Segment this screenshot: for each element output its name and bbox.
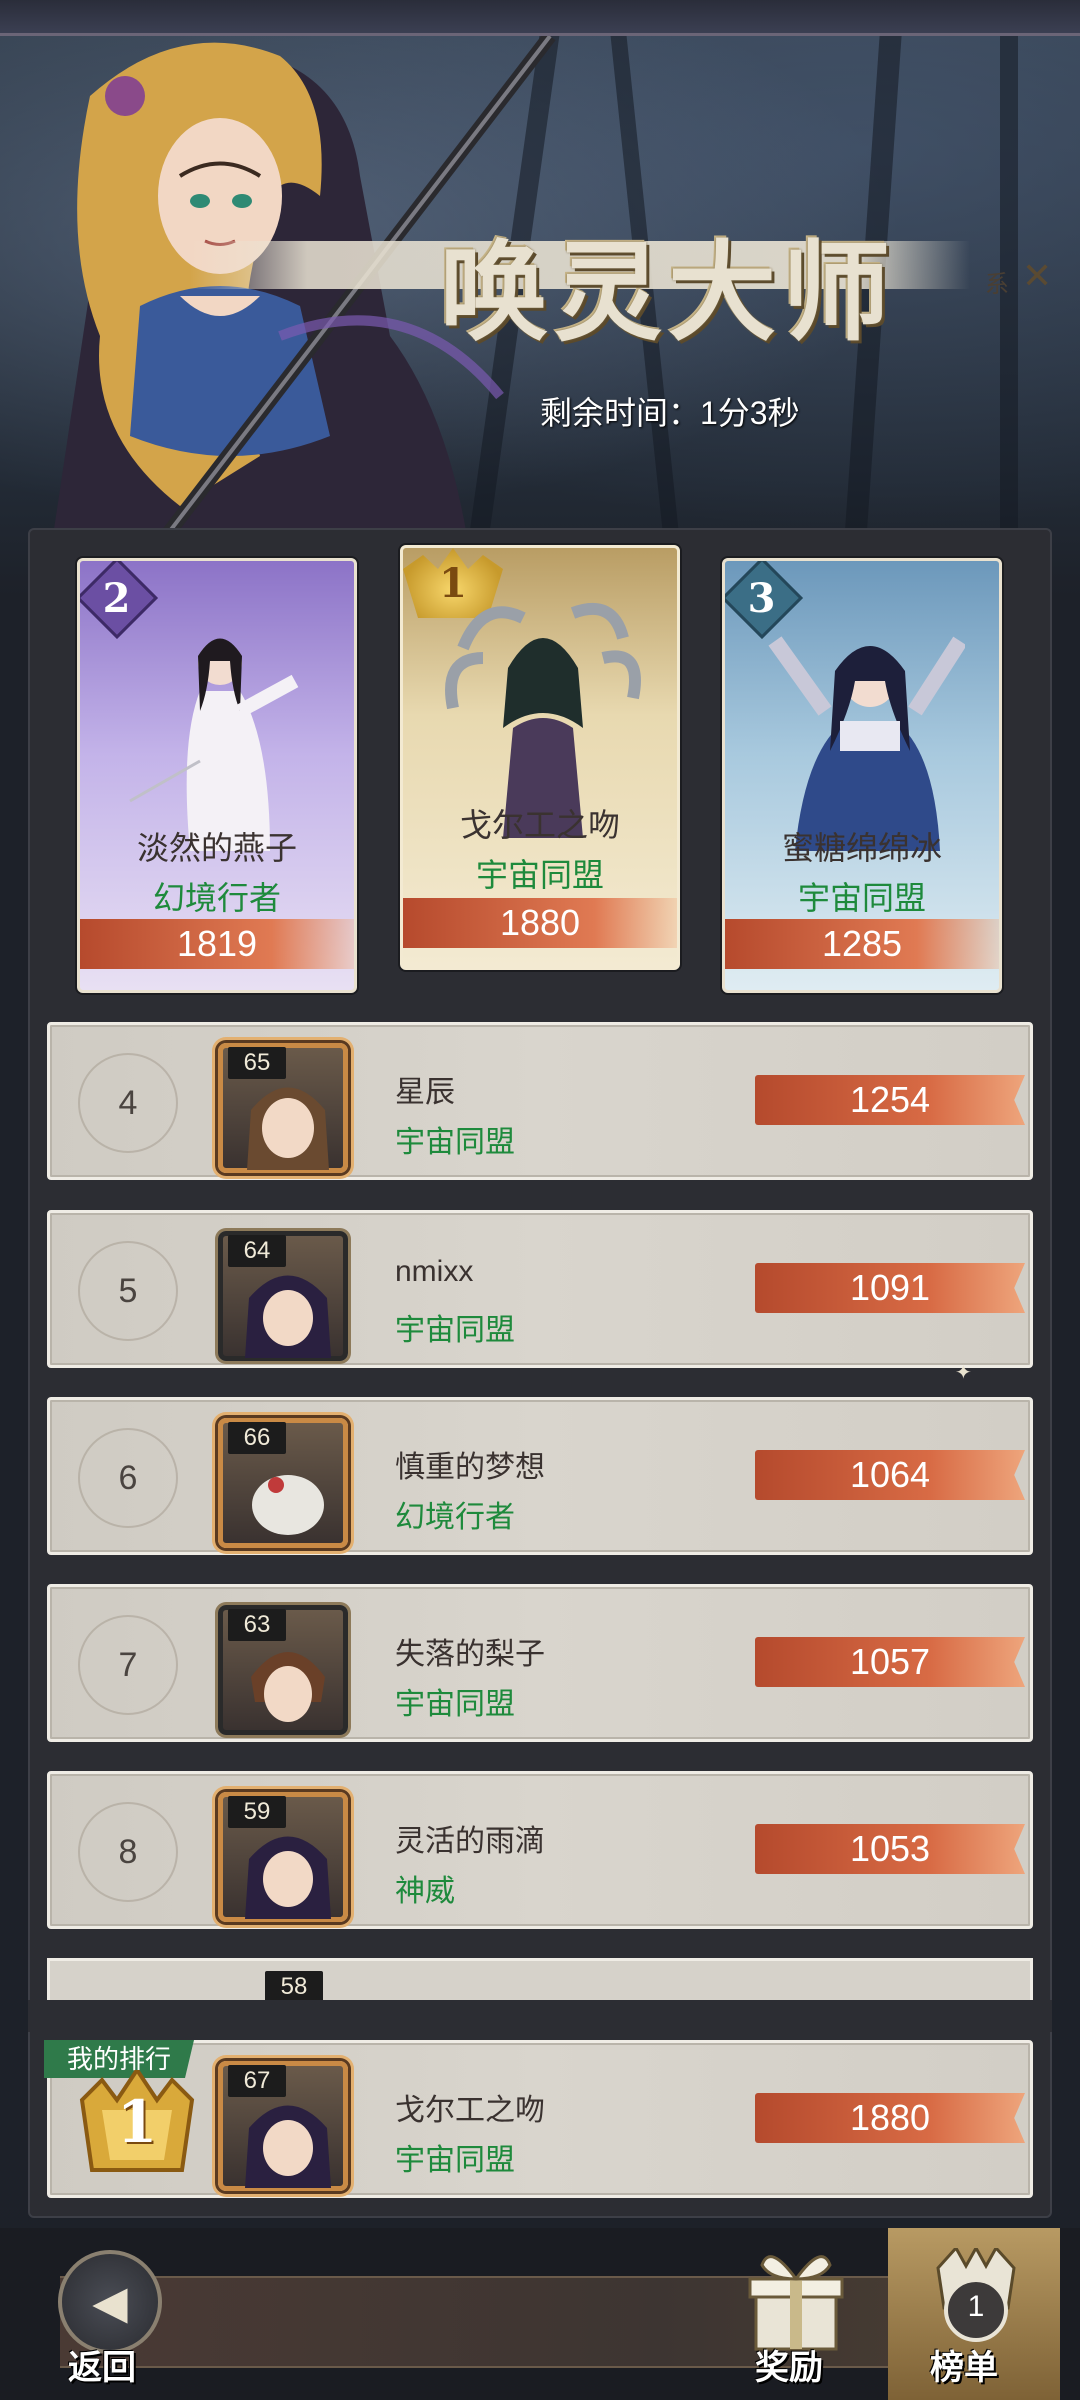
back-button[interactable]: ◀ — [58, 2250, 162, 2354]
leaderboard-row-partial[interactable]: 58 — [47, 1958, 1033, 2003]
leaderboard-row[interactable]: 7 63 失落的梨子 宇宙同盟 1057 — [47, 1584, 1033, 1742]
avatar: 59 — [208, 1782, 368, 1922]
player-level: 65 — [228, 1047, 286, 1079]
player-name: nmixx — [395, 1255, 474, 1288]
avatar: 65 — [208, 1033, 368, 1173]
player-score: 1880 — [755, 2093, 1025, 2143]
podium-score: 1880 — [403, 898, 677, 948]
podium-score: 1285 — [725, 919, 999, 969]
guild-name: 宇宙同盟 — [395, 1688, 515, 1721]
avatar: 67 — [208, 2051, 368, 2191]
player-score: 1254 — [755, 1075, 1025, 1125]
back-arrow-icon: ◀ — [92, 2275, 128, 2329]
back-label[interactable]: 返回 — [68, 2340, 136, 2389]
guild-name: 宇宙同盟 — [395, 1126, 515, 1159]
player-level: 58 — [265, 1971, 323, 2003]
list-divider — [28, 2000, 1052, 2032]
podium-player-name: 淡然的燕子 — [136, 830, 297, 866]
podium-guild-name: 宇宙同盟 — [797, 880, 926, 916]
remaining-time: 剩余时间：1分3秒 — [540, 395, 800, 431]
player-level: 63 — [228, 1609, 286, 1641]
leaderboard-label[interactable]: 榜单 — [930, 2340, 998, 2389]
rank-number: 4 — [78, 1053, 178, 1153]
player-name: 星辰 — [395, 1076, 455, 1109]
leaderboard-row[interactable]: 8 59 灵活的雨滴 神威 1053 — [47, 1771, 1033, 1929]
avatar: 66 — [208, 1408, 368, 1548]
player-level: 67 — [228, 2065, 286, 2097]
podium-card-rank-1[interactable]: 1 戈尔工之吻 宇宙同盟 1880 — [400, 545, 680, 970]
reward-label[interactable]: 奖励 — [755, 2340, 823, 2389]
event-banner: 唤灵大师 系 ✕ 剩余时间：1分3秒 — [0, 36, 1080, 596]
podium-guild-name: 宇宙同盟 — [475, 857, 604, 893]
player-name: 灵活的雨滴 — [395, 1825, 545, 1858]
leaderboard-row[interactable]: 6 66 慎重的梦想 幻境行者 1064 — [47, 1397, 1033, 1555]
rank-number: 6 — [78, 1428, 178, 1528]
avatar: 64 — [208, 1221, 368, 1361]
player-score: 1064 — [755, 1450, 1025, 1500]
my-rank-badge: 1 — [72, 2066, 202, 2180]
guild-name: 幻境行者 — [395, 1501, 515, 1534]
avatar: 63 — [208, 1595, 368, 1735]
title-badge: 系 — [985, 271, 1009, 298]
leaderboard-badge-number: 1 — [967, 2290, 985, 2323]
player-score: 1091 — [755, 1263, 1025, 1313]
event-title-group: 唤灵大师 系 ✕ — [150, 186, 1052, 356]
leaderboard-row[interactable]: 4 65 星辰 宇宙同盟 1254 — [47, 1022, 1033, 1180]
rank-number: 7 — [78, 1615, 178, 1715]
guild-name: 神威 — [395, 1875, 455, 1908]
rank-number: 8 — [78, 1802, 178, 1902]
podium-score: 1819 — [80, 919, 354, 969]
sparkle-icon: ✦ — [955, 1360, 972, 1384]
leaderboard-row[interactable]: 5 64 nmixx 宇宙同盟 1091 — [47, 1210, 1033, 1368]
player-name: 戈尔工之吻 — [395, 2094, 545, 2127]
player-level: 64 — [228, 1235, 286, 1267]
podium-card-rank-3[interactable]: 3 蜜糖绵绵冰 宇宙同盟 1285 — [722, 558, 1002, 993]
podium-guild-name: 幻境行者 — [152, 880, 281, 916]
player-level: 59 — [228, 1796, 286, 1828]
character-figure — [768, 636, 965, 851]
player-name: 慎重的梦想 — [395, 1451, 545, 1484]
rank-number: 5 — [78, 1241, 178, 1341]
top-strip — [0, 0, 1080, 36]
podium-player-name: 戈尔工之吻 — [459, 807, 620, 843]
guild-name: 宇宙同盟 — [395, 1314, 515, 1347]
player-score: 1057 — [755, 1637, 1025, 1687]
podium-card-rank-2[interactable]: 2 淡然的燕子 幻境行者 1819 — [77, 558, 357, 993]
player-score: 1053 — [755, 1824, 1025, 1874]
guild-name: 宇宙同盟 — [395, 2144, 515, 2177]
close-icon[interactable]: ✕ — [1022, 256, 1052, 297]
player-level: 66 — [228, 1422, 286, 1454]
event-title: 唤灵大师 — [440, 230, 897, 356]
player-name: 失落的梨子 — [395, 1638, 545, 1671]
gift-box-icon[interactable] — [740, 2243, 852, 2355]
character-figure — [129, 638, 299, 851]
podium-player-name: 蜜糖绵绵冰 — [781, 830, 942, 866]
